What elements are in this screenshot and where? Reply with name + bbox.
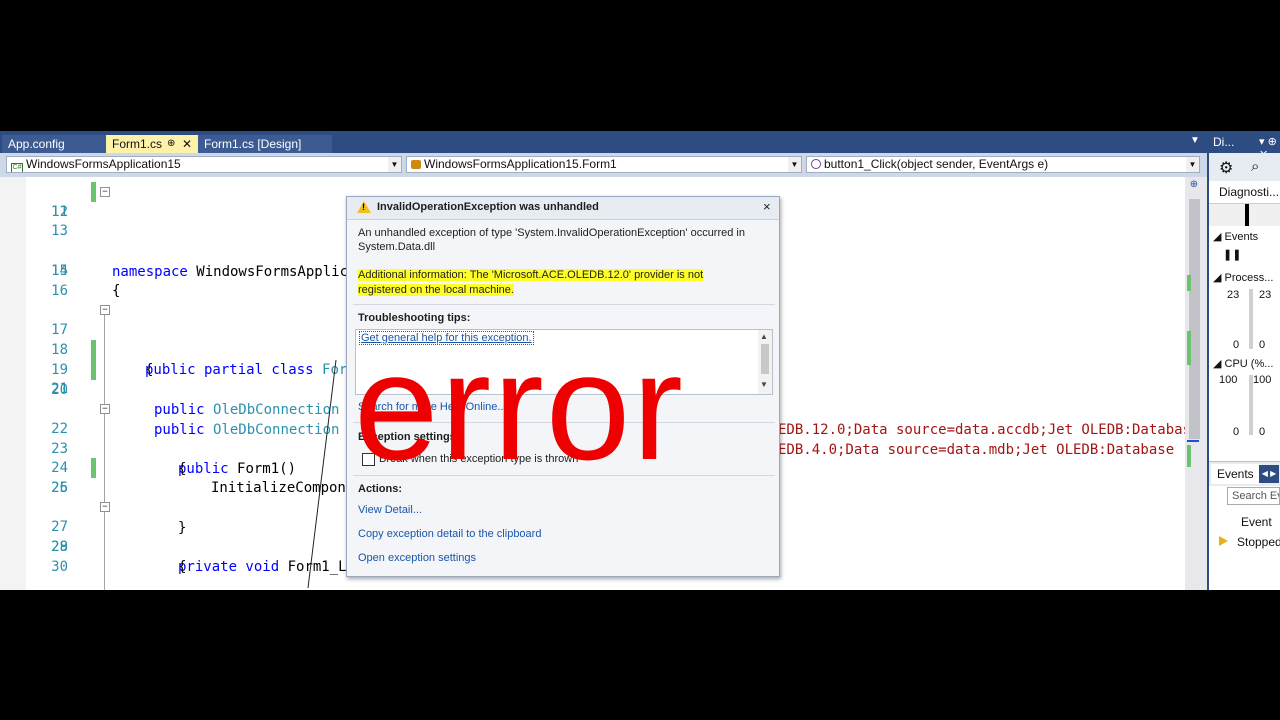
chevron-down-icon[interactable]: ▼ bbox=[1186, 157, 1199, 172]
caret-position-marker bbox=[1187, 440, 1199, 442]
events-section[interactable]: ◢ Events bbox=[1213, 230, 1258, 243]
member-label: button1_Click(object sender, EventArgs e… bbox=[824, 157, 1049, 171]
timeline-ruler[interactable] bbox=[1209, 203, 1280, 226]
change-map-marker bbox=[1187, 275, 1191, 291]
project-label: WindowsFormsApplication15 bbox=[26, 157, 181, 171]
memory-axis-min: 0 bbox=[1259, 339, 1266, 351]
event-column-header[interactable]: Event bbox=[1241, 515, 1272, 529]
line-number: 12 bbox=[51, 204, 68, 220]
search-events-input[interactable]: Search Ev bbox=[1227, 487, 1280, 505]
chevron-down-icon[interactable]: ▼ bbox=[788, 157, 801, 172]
view-detail-link[interactable]: View Detail... bbox=[358, 504, 422, 516]
copy-exception-detail-link[interactable]: Copy exception detail to the clipboard bbox=[358, 528, 541, 540]
tab-label: Form1.cs [Design] bbox=[204, 137, 302, 151]
tips-scrollbar[interactable]: ▲ ▼ bbox=[758, 330, 772, 394]
panel-title: Di... bbox=[1213, 135, 1235, 149]
change-marker bbox=[91, 458, 96, 478]
diagnostic-toolbar: ⚙ ⌕ bbox=[1209, 153, 1280, 181]
scrollbar-thumb[interactable] bbox=[1189, 199, 1200, 439]
scrollbar-thumb[interactable] bbox=[761, 344, 769, 374]
member-dropdown[interactable]: button1_Click(object sender, EventArgs e… bbox=[806, 156, 1200, 173]
close-icon[interactable]: ✕ bbox=[182, 135, 192, 153]
event-row[interactable]: Stopped bbox=[1237, 535, 1280, 549]
scroll-down-icon[interactable]: ▼ bbox=[760, 380, 768, 389]
tab-app-config[interactable]: App.config bbox=[2, 135, 106, 153]
navigation-bar: C# WindowsFormsApplication15 ▼ WindowsFor… bbox=[0, 153, 1207, 177]
scroll-up-icon[interactable]: ▲ bbox=[760, 332, 768, 341]
tab-events[interactable]: Events bbox=[1211, 464, 1260, 484]
vertical-scrollbar[interactable]: ⊕ bbox=[1185, 177, 1207, 590]
tab-label: App.config bbox=[8, 137, 65, 151]
exception-message: An unhandled exception of type 'System.I… bbox=[358, 227, 745, 239]
collapse-icon[interactable]: − bbox=[100, 187, 110, 197]
method-icon bbox=[811, 159, 821, 169]
diagnostic-tools-panel: Di... ▾ ⊕ ✕ ⚙ ⌕ Diagnosti... ◢ Events ❚❚… bbox=[1207, 131, 1280, 590]
class-dropdown[interactable]: WindowsFormsApplication15.Form1 ▼ bbox=[406, 156, 802, 173]
class-label: WindowsFormsApplication15.Form1 bbox=[424, 157, 617, 171]
change-map-marker bbox=[1187, 445, 1191, 467]
exception-message: System.Data.dll bbox=[358, 241, 436, 253]
document-tab-bar: App.config Form1.cs ⊕ ✕ Form1.cs [Design… bbox=[0, 131, 1207, 153]
collapse-icon[interactable]: − bbox=[100, 305, 110, 315]
csharp-project-icon: C# bbox=[11, 163, 23, 172]
tab-list-dropdown-icon[interactable]: ▼ bbox=[1190, 135, 1200, 146]
line-number: 26 bbox=[51, 480, 68, 496]
memory-axis-max: 23 bbox=[1259, 289, 1272, 301]
cpu-axis-max: 100 bbox=[1253, 374, 1272, 386]
events-tab-bar: Events ◀ ▶ bbox=[1209, 461, 1280, 486]
line-number: 29 bbox=[51, 539, 68, 555]
change-map-marker bbox=[1187, 331, 1191, 365]
chevron-down-icon[interactable]: ▼ bbox=[388, 157, 401, 172]
dialog-title-bar: ! InvalidOperationException was unhandle… bbox=[347, 197, 779, 220]
change-marker bbox=[91, 340, 96, 360]
cpu-axis-max: 100 bbox=[1219, 374, 1238, 386]
class-icon bbox=[411, 160, 421, 169]
code-line[interactable]: 31 } bbox=[0, 576, 1185, 590]
line-number: 16 bbox=[51, 283, 68, 299]
tab-label: Form1.cs bbox=[112, 137, 163, 151]
warning-icon: ! bbox=[357, 201, 371, 213]
pin-icon[interactable]: ⊕ bbox=[167, 135, 175, 153]
timeline-cursor bbox=[1245, 204, 1249, 226]
memory-axis-max: 23 bbox=[1227, 289, 1240, 301]
open-exception-settings-link[interactable]: Open exception settings bbox=[358, 552, 476, 564]
annotation-line bbox=[307, 360, 337, 589]
memory-axis-min: 0 bbox=[1233, 339, 1240, 351]
collapse-icon[interactable]: − bbox=[100, 502, 110, 512]
visual-studio-window: App.config Form1.cs ⊕ ✕ Form1.cs [Design… bbox=[0, 131, 1280, 590]
arrow-right-icon bbox=[1219, 536, 1228, 546]
error-overlay-text: error bbox=[354, 322, 685, 492]
memory-graph bbox=[1249, 289, 1253, 349]
dialog-title: InvalidOperationException was unhandled bbox=[377, 201, 599, 213]
split-window-icon[interactable]: ⊕ bbox=[1187, 179, 1201, 191]
cpu-axis-min: 0 bbox=[1259, 426, 1266, 438]
line-number: 21 bbox=[51, 381, 68, 397]
tab-form1-design[interactable]: Form1.cs [Design] bbox=[198, 135, 332, 153]
gear-icon[interactable]: ⚙ bbox=[1219, 158, 1233, 178]
line-number: 13 bbox=[51, 223, 68, 239]
additional-info: registered on the local machine. bbox=[358, 284, 514, 296]
project-dropdown[interactable]: C# WindowsFormsApplication15 ▼ bbox=[6, 156, 402, 173]
panel-header: Di... ▾ ⊕ ✕ bbox=[1209, 131, 1280, 161]
cpu-axis-min: 0 bbox=[1233, 426, 1240, 438]
tab-scroll-icon[interactable]: ◀ ▶ bbox=[1259, 465, 1279, 483]
line-number: 15 bbox=[51, 263, 68, 279]
collapse-icon[interactable]: − bbox=[100, 404, 110, 414]
cpu-section[interactable]: ◢ CPU (%... bbox=[1213, 357, 1273, 370]
additional-info: Additional information: The 'Microsoft.A… bbox=[358, 269, 704, 281]
cpu-graph bbox=[1249, 375, 1253, 435]
tab-form1-cs[interactable]: Form1.cs ⊕ ✕ bbox=[106, 135, 198, 153]
pause-icon[interactable]: ❚❚ bbox=[1223, 248, 1241, 261]
line-number: 30 bbox=[51, 559, 68, 575]
process-memory-section[interactable]: ◢ Process... bbox=[1213, 271, 1273, 284]
close-button[interactable]: × bbox=[763, 200, 771, 214]
zoom-in-icon[interactable]: ⌕ bbox=[1251, 158, 1259, 175]
change-marker bbox=[91, 360, 96, 380]
change-marker bbox=[91, 182, 96, 202]
divider bbox=[353, 304, 775, 305]
session-label: Diagnosti... bbox=[1219, 185, 1280, 199]
